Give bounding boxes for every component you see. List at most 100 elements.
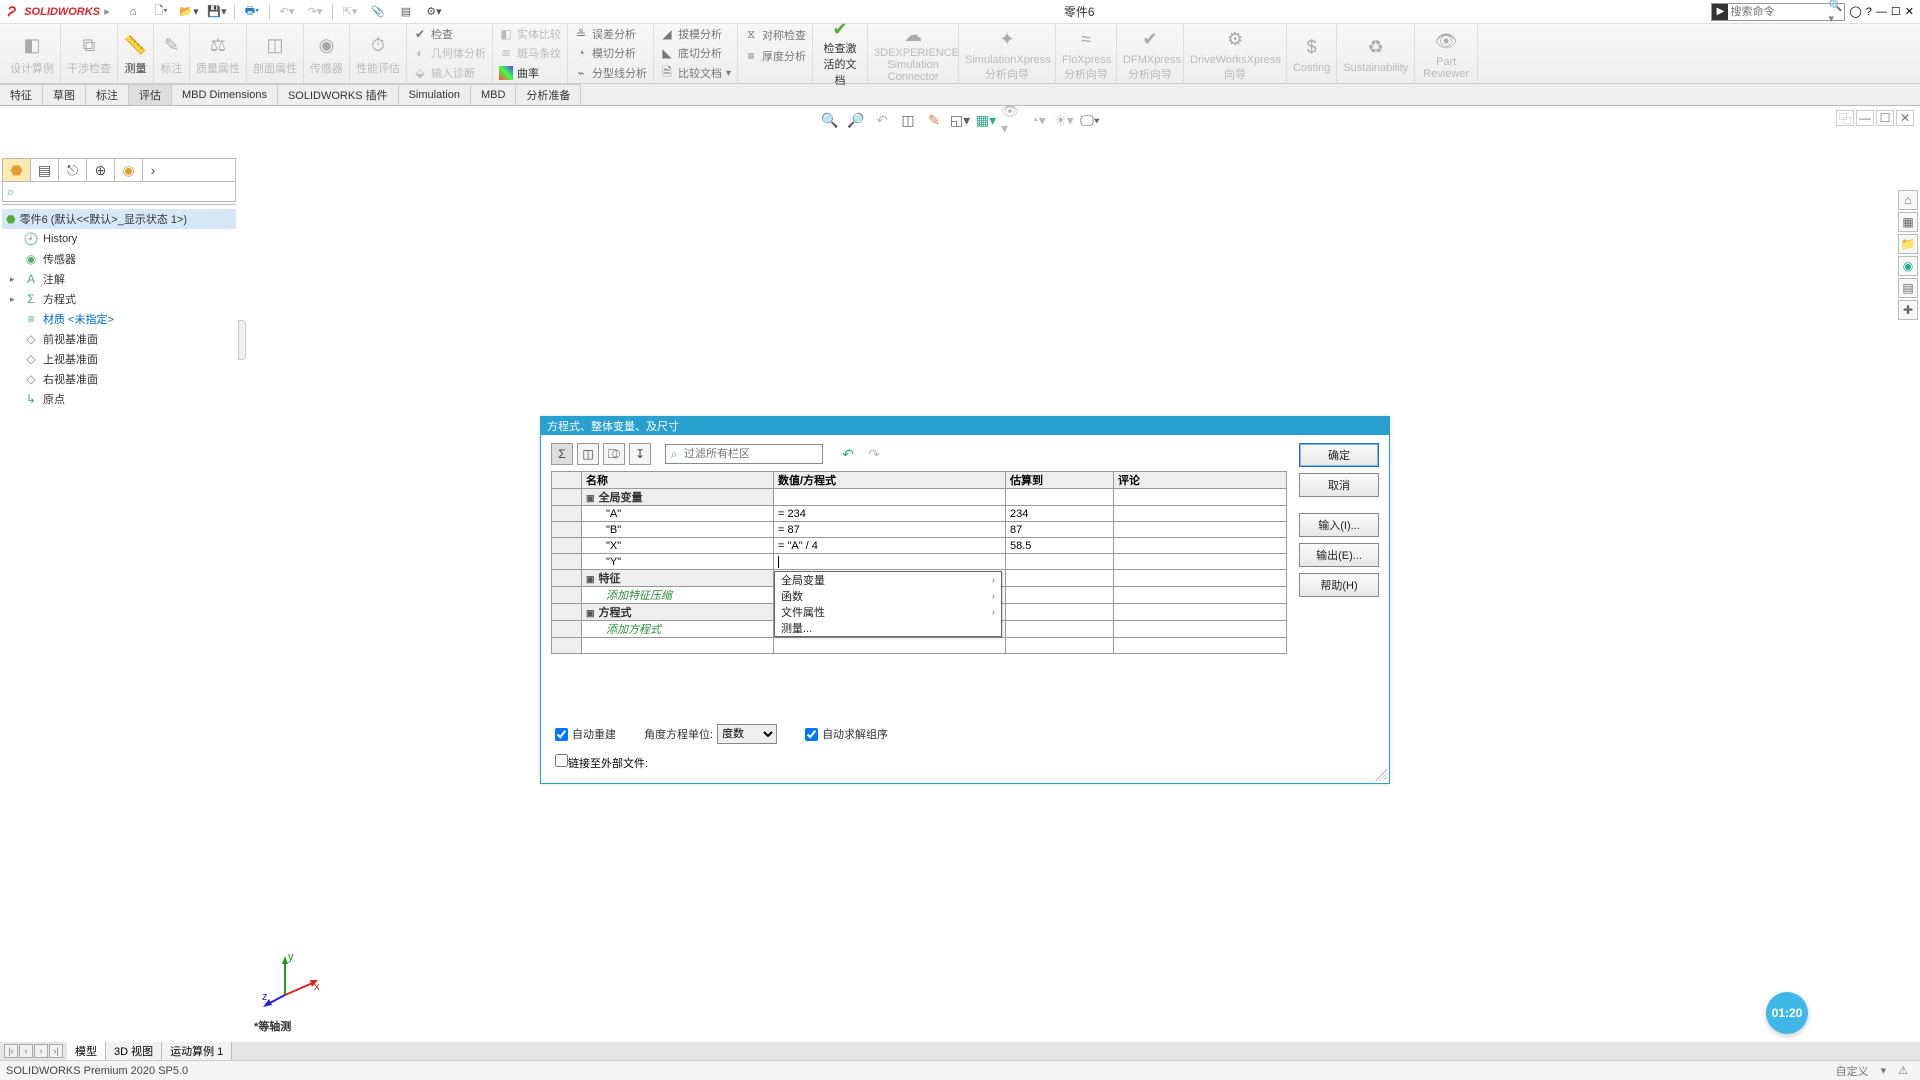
dyn-annot-icon[interactable]: ✎ [923, 110, 945, 130]
print-icon[interactable]: 🖶▾ [239, 1, 265, 23]
equations-filter[interactable]: ⌕ [665, 444, 823, 464]
close-icon[interactable]: ✕ [1905, 5, 1914, 18]
cmd-tab-3[interactable]: 评估 [129, 84, 172, 105]
tp-appearance-icon[interactable]: ▤ [1898, 278, 1918, 298]
cmd-tab-2[interactable]: 标注 [86, 84, 129, 105]
cmd-tab-8[interactable]: 分析准备 [516, 84, 581, 105]
child-max-icon[interactable]: ☐ [1876, 110, 1894, 126]
rb-interference[interactable]: ⧉干涉检查 [61, 24, 118, 83]
eq-undo-icon[interactable]: ↶ [837, 443, 859, 465]
status-dropdown-icon[interactable]: ▾ [1875, 1064, 1893, 1077]
tree-item-5[interactable]: ◇前视基准面 [2, 329, 236, 349]
panel-splitter[interactable] [238, 320, 246, 360]
view-orient-icon[interactable]: ◱▾ [949, 110, 971, 130]
eq-view-ordered-icon[interactable]: ⎄ [603, 443, 625, 465]
rb-simx[interactable]: ✦SimulationXpress 分析向导 [959, 24, 1056, 83]
child-close-icon[interactable]: ✕ [1896, 110, 1914, 126]
cmd-tab-0[interactable]: 特征 [0, 84, 43, 105]
tree-item-6[interactable]: ◇上视基准面 [2, 349, 236, 369]
display-tab[interactable]: ◉ [115, 159, 143, 181]
status-warn-icon[interactable]: ⚠ [1892, 1064, 1914, 1077]
child-min-icon[interactable]: — [1856, 110, 1874, 126]
user-icon[interactable]: ◯ [1849, 5, 1861, 18]
next-icon[interactable]: › [34, 1044, 48, 1058]
minimize-icon[interactable]: — [1876, 6, 1887, 18]
command-search-input[interactable] [1728, 4, 1828, 20]
undo-icon[interactable]: ↶▾ [274, 1, 300, 23]
autocomplete-item[interactable]: 全局变量› [775, 572, 1001, 588]
cmd-tab-5[interactable]: SOLIDWORKS 插件 [278, 84, 399, 105]
redo-icon[interactable]: ↷▾ [302, 1, 328, 23]
tab-model[interactable]: 模型 [67, 1042, 106, 1060]
prev-view-icon[interactable]: ↶ [871, 110, 893, 130]
rb-markup[interactable]: ✎标注 [154, 24, 190, 83]
rb-partrev[interactable]: 👁Part Reviewer [1415, 24, 1478, 83]
rb-flox[interactable]: ≈FloXpress 分析向导 [1056, 24, 1117, 83]
auto-rebuild-checkbox[interactable]: 自动重建 [555, 726, 616, 742]
global-var-row[interactable]: "X"= "A" / 458.5 [552, 538, 1287, 554]
section-view-icon[interactable]: ◫ [897, 110, 919, 130]
view-settings-icon[interactable]: 🖵▾ [1079, 110, 1101, 130]
zoom-area-icon[interactable]: 🔎 [845, 110, 867, 130]
cmd-tab-4[interactable]: MBD Dimensions [172, 84, 278, 105]
tp-resources-icon[interactable]: ▦ [1898, 212, 1918, 232]
dim-tab[interactable]: ⊕ [87, 159, 115, 181]
autocomplete-item[interactable]: 测量... [775, 620, 1001, 636]
link-external-checkbox[interactable]: 链接至外部文件: [555, 754, 648, 771]
rb-activate-doc[interactable]: ✔︎检查激活的文档 [813, 24, 868, 83]
config-tab[interactable]: ⎋ [59, 159, 87, 181]
tp-custom-icon[interactable]: ✚ [1898, 300, 1918, 320]
list-icon[interactable]: ▤ [393, 1, 419, 23]
tree-item-1[interactable]: ◉传感器 [2, 249, 236, 269]
angle-unit-select[interactable]: 度数 [717, 724, 777, 744]
eq-redo-icon[interactable]: ↷ [863, 443, 885, 465]
resize-grip-icon[interactable] [1375, 769, 1387, 781]
tp-home-icon[interactable]: ⌂ [1898, 190, 1918, 210]
open-icon[interactable]: 📂▾ [176, 1, 202, 23]
rb-3dx[interactable]: ☁3DEXPERIENCE Simulation Connector [868, 24, 959, 83]
filter-input[interactable] [682, 445, 822, 463]
restore-icon[interactable]: ☐ [1891, 5, 1901, 18]
pin-icon[interactable]: 📎 [365, 1, 391, 23]
autocomplete-item[interactable]: 文件属性› [775, 604, 1001, 620]
tree-item-7[interactable]: ◇右视基准面 [2, 369, 236, 389]
input-button[interactable]: 输入(I)... [1299, 513, 1379, 537]
tp-view-icon[interactable]: ◉ [1898, 256, 1918, 276]
search-dropdown-icon[interactable]: 🔍▾ [1828, 0, 1844, 25]
rb-sustain[interactable]: ♻Sustainability [1337, 24, 1415, 83]
tree-item-0[interactable]: 🕘History [2, 229, 236, 249]
settings-icon[interactable]: ⚙▾ [421, 1, 447, 23]
appearance-icon[interactable]: ◔▾ [1027, 110, 1049, 130]
rb-measure[interactable]: 📏测量 [118, 24, 154, 83]
global-var-row[interactable]: "Y" [552, 554, 1287, 570]
zoom-fit-icon[interactable]: 🔍 [819, 110, 841, 130]
tab-motion[interactable]: 运动算例 1 [162, 1042, 232, 1060]
cmd-tab-6[interactable]: Simulation [399, 84, 471, 105]
child-newwin-icon[interactable]: ⿻ [1836, 110, 1854, 126]
eq-view-sort-icon[interactable]: ↧ [629, 443, 651, 465]
tree-root[interactable]: ⬣ 零件6 (默认<<默认>_显示状态 1>) [2, 209, 236, 229]
status-custom[interactable]: 自定义 [1830, 1063, 1875, 1079]
menu-expand-icon[interactable]: ▸ [100, 0, 114, 24]
expand-tab[interactable]: › [143, 159, 163, 181]
rb-section[interactable]: ◫剖面属性 [247, 24, 304, 83]
help-icon[interactable]: ? [1866, 6, 1872, 18]
new-icon[interactable]: 🗋▾ [148, 1, 174, 23]
eq-view-dim-icon[interactable]: ◫ [577, 443, 599, 465]
tree-filter[interactable]: ⌕ [2, 182, 236, 202]
tree-item-8[interactable]: ↳原点 [2, 389, 236, 409]
global-var-row[interactable]: "A"= 234234 [552, 506, 1287, 522]
tree-item-2[interactable]: A注解 [2, 269, 236, 289]
cmd-tab-1[interactable]: 草图 [43, 84, 86, 105]
property-tab[interactable]: ▤ [31, 159, 59, 181]
command-search[interactable]: ▶ 🔍▾ [1711, 3, 1845, 21]
eq-view-sigma-icon[interactable]: Σ [551, 443, 573, 465]
ok-button[interactable]: 确定 [1299, 443, 1379, 467]
auto-solve-checkbox[interactable]: 自动求解组序 [805, 726, 888, 742]
rb-dfmx[interactable]: ✔DFMXpress 分析向导 [1117, 24, 1184, 83]
rb-sensor[interactable]: ◉传感器 [304, 24, 350, 83]
tree-item-3[interactable]: Σ方程式 [2, 289, 236, 309]
cancel-button[interactable]: 取消 [1299, 473, 1379, 497]
first-icon[interactable]: |‹ [4, 1044, 18, 1058]
prev-icon[interactable]: ‹ [19, 1044, 33, 1058]
